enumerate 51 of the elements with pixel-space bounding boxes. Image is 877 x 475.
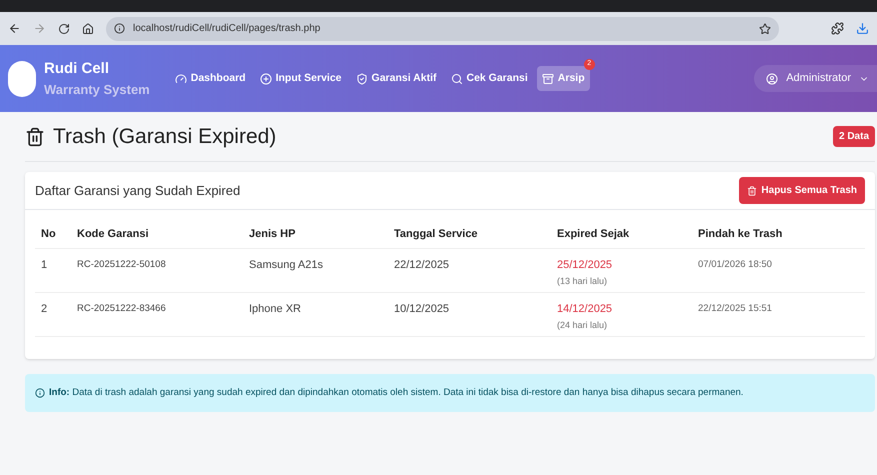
brand-subtitle: Warranty System bbox=[44, 81, 150, 99]
expired-date: 14/12/2025 bbox=[557, 302, 614, 316]
expired-date: 25/12/2025 bbox=[557, 258, 614, 272]
user-icon bbox=[766, 72, 778, 84]
table-cell: 22/12/2025 15:51 bbox=[698, 292, 865, 336]
page-title: Trash (Garansi Expired) bbox=[53, 124, 276, 150]
brand-name[interactable]: Rudi Cell bbox=[44, 58, 150, 80]
plus-circle-icon bbox=[260, 72, 272, 84]
shield-icon bbox=[356, 72, 368, 84]
url-text: localhost/rudiCell/rudiCell/pages/trash.php bbox=[133, 22, 322, 36]
column-header: No bbox=[35, 220, 77, 248]
nav-item[interactable]: Arsip bbox=[536, 66, 590, 92]
nav-item[interactable]: Dashboard bbox=[170, 66, 251, 92]
back-icon[interactable] bbox=[8, 22, 21, 35]
days-ago: (13 hari lalu) bbox=[557, 275, 608, 288]
trash-icon bbox=[25, 126, 45, 146]
table-cell: RC-20251222-50108 bbox=[77, 248, 249, 292]
count-badge: 2 Data bbox=[832, 126, 875, 147]
address-bar[interactable]: localhost/rudiCell/rudiCell/pages/trash.php bbox=[106, 16, 779, 40]
table-cell: Iphone XR bbox=[249, 292, 394, 336]
bookmark-icon[interactable] bbox=[759, 22, 771, 34]
gauge-icon bbox=[174, 72, 187, 84]
column-header: Tanggal Service bbox=[394, 220, 557, 248]
days-ago: (24 hari lalu) bbox=[557, 319, 608, 332]
info-icon bbox=[35, 388, 45, 398]
table-cell: 1 bbox=[35, 248, 77, 292]
nav-item[interactable]: Input Service bbox=[254, 66, 347, 92]
download-icon[interactable] bbox=[856, 22, 869, 35]
archive-icon bbox=[542, 72, 554, 84]
nav-item[interactable]: Garansi Aktif bbox=[350, 66, 442, 92]
table-cell: 22/12/2025 bbox=[394, 248, 557, 292]
delete-all-button[interactable]: Hapus Semua Trash bbox=[739, 177, 865, 204]
table-cell: 10/12/2025 bbox=[394, 292, 557, 336]
user-menu[interactable]: Administrator bbox=[754, 65, 877, 92]
card-title: Daftar Garansi yang Sudah Expired bbox=[35, 182, 240, 200]
search-icon bbox=[450, 72, 462, 84]
nav-item[interactable]: Cek Garansi bbox=[446, 66, 533, 92]
home-icon[interactable] bbox=[82, 22, 94, 34]
table-cell: 07/01/2026 18:50 bbox=[698, 248, 865, 292]
info-icon bbox=[114, 23, 125, 34]
reload-icon[interactable] bbox=[58, 22, 70, 34]
trash-icon bbox=[747, 186, 758, 196]
info-text: Info: Data di trash adalah garansi yang sudah expired dan dipindahkan otomatis oleh sistem. Data ini tidak bisa di-restore dan hanya bisa dihapus secara permanen. bbox=[49, 386, 744, 400]
column-header: Kode Garansi bbox=[77, 220, 249, 248]
table-cell: 2 bbox=[35, 292, 77, 336]
column-header: Jenis HP bbox=[249, 220, 394, 248]
table-cell: Samsung A21s bbox=[249, 248, 394, 292]
extensions-icon[interactable] bbox=[831, 22, 844, 35]
column-header: Expired Sejak bbox=[557, 220, 698, 248]
column-header: Pindah ke Trash bbox=[698, 220, 865, 248]
table-cell: RC-20251222-83466 bbox=[77, 292, 249, 336]
